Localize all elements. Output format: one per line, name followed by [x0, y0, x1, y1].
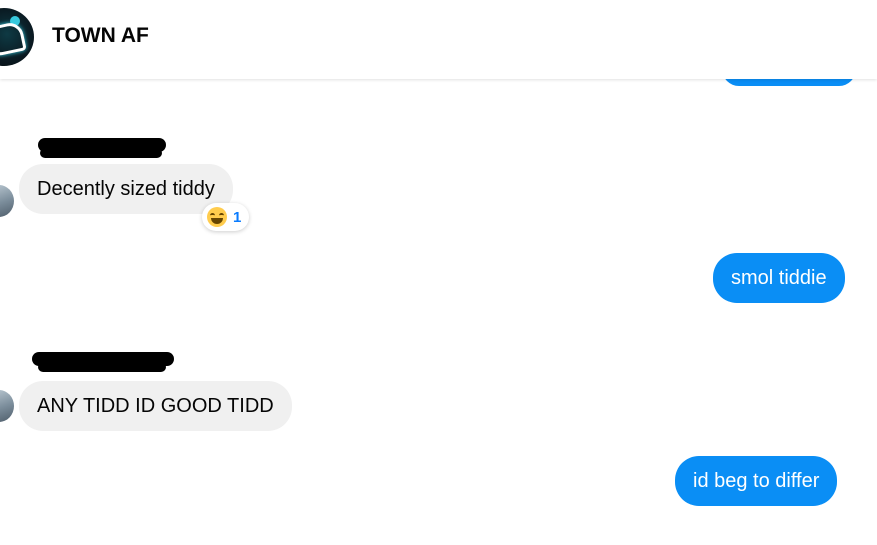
chat-header: TOWN AF — [0, 0, 877, 79]
grinning-squinting-face-icon — [207, 207, 227, 227]
message-bubble-outgoing[interactable]: id beg to differ — [675, 456, 838, 506]
group-logo-icon — [0, 20, 27, 58]
reaction-count: 1 — [233, 208, 242, 226]
message-bubble-incoming[interactable]: ANY TIDD ID GOOD TIDD — [19, 381, 292, 431]
chat-title[interactable]: TOWN AF — [52, 24, 149, 48]
sender-avatar[interactable] — [0, 185, 14, 217]
message-bubble-outgoing[interactable]: smol tiddie — [713, 253, 845, 303]
message-reaction[interactable]: 1 — [202, 203, 250, 231]
sender-name-redacted — [38, 362, 166, 372]
sender-name-redacted — [40, 148, 162, 158]
message-bubble-incoming[interactable]: Decently sized tiddy — [19, 164, 233, 214]
sender-avatar[interactable] — [0, 390, 14, 422]
group-avatar[interactable] — [0, 8, 34, 66]
